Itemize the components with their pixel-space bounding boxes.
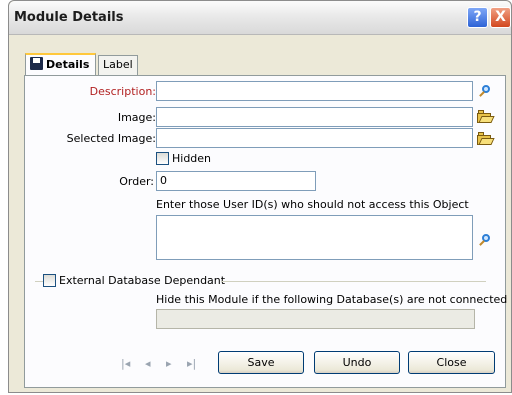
tab-label[interactable]: Label	[98, 55, 138, 75]
order-input[interactable]: 0	[156, 171, 316, 191]
group-divider-left	[35, 281, 43, 282]
first-record-icon[interactable]: |◂	[121, 358, 133, 369]
tab-details-label: Details	[46, 58, 90, 71]
user-ids-textarea[interactable]	[156, 215, 473, 260]
open-folder-icon[interactable]	[477, 132, 495, 145]
hidden-checkbox[interactable]	[156, 152, 169, 165]
next-record-icon[interactable]: ▸	[166, 358, 178, 369]
open-folder-icon[interactable]	[477, 110, 495, 123]
dialog-title: Module Details	[14, 10, 124, 25]
group-divider-right	[221, 281, 486, 282]
description-input[interactable]	[156, 81, 473, 101]
search-users-icon[interactable]	[478, 233, 492, 247]
module-details-dialog: Module Details ? X Details Label Descrip…	[8, 0, 512, 393]
help-button[interactable]: ?	[467, 7, 488, 28]
title-bar[interactable]: Module Details ? X	[9, 1, 511, 35]
hidden-label: Hidden	[172, 152, 212, 165]
image-label: Image:	[117, 111, 156, 124]
previous-record-icon[interactable]: ◂	[145, 358, 157, 369]
save-button[interactable]: Save	[218, 351, 304, 374]
external-db-label: External Database Dependant	[59, 274, 226, 287]
user-ids-hint: Enter those User ID(s) who should not ac…	[156, 198, 469, 211]
tab-details[interactable]: Details	[25, 53, 96, 75]
order-label: Order:	[119, 175, 154, 188]
selected-image-input[interactable]	[156, 128, 473, 148]
last-record-icon[interactable]: ▸|	[187, 358, 199, 369]
undo-button[interactable]: Undo	[314, 351, 400, 374]
floppy-disk-icon	[30, 57, 43, 70]
image-input[interactable]	[156, 107, 473, 127]
description-label: Description:	[89, 85, 156, 98]
search-description-icon[interactable]	[478, 84, 492, 98]
close-window-button[interactable]: X	[490, 7, 511, 28]
close-button[interactable]: Close	[408, 351, 495, 374]
external-db-input	[156, 309, 475, 329]
selected-image-label: Selected Image:	[66, 132, 156, 145]
external-db-hint: Hide this Module if the following Databa…	[156, 293, 508, 306]
tab-label-label: Label	[103, 58, 133, 71]
external-db-checkbox[interactable]	[43, 274, 56, 287]
